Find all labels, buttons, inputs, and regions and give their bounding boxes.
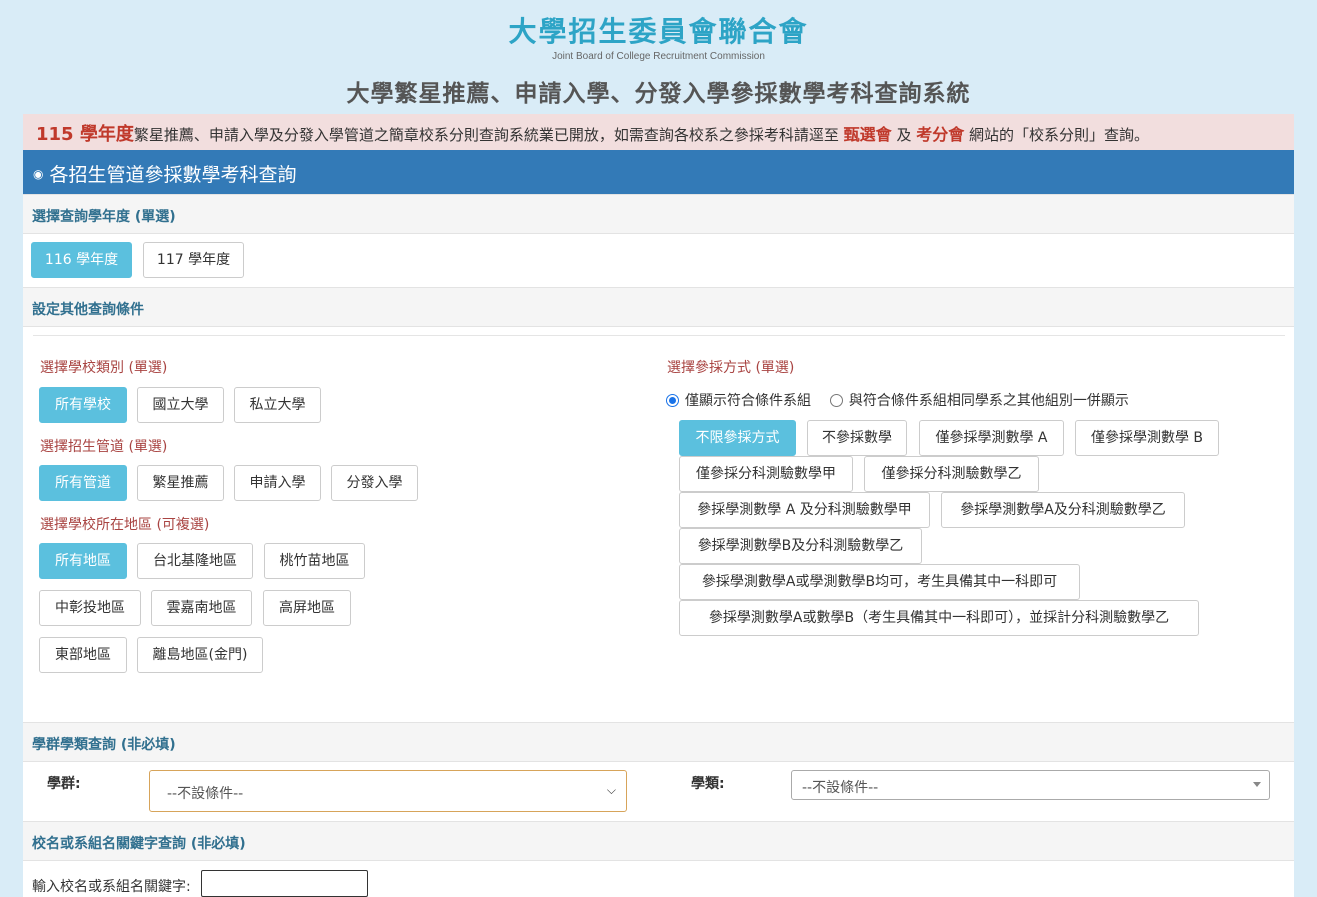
- method-gsat-a-or-b-ast-b[interactable]: 參採學測數學A或數學B（考生具備其中一科即可），並採計分科測驗數學乙: [679, 600, 1199, 636]
- category-select[interactable]: --不設條件--: [791, 770, 1270, 800]
- year-section-bar: 選擇查詢學年度 (單選): [23, 194, 1294, 234]
- other-conditions-bar: 設定其他查詢條件: [23, 287, 1294, 327]
- method-gsat-b-ast-b[interactable]: 參採學測數學B及分科測驗數學乙: [679, 528, 922, 564]
- chevron-down-icon: ⌵: [606, 783, 616, 797]
- category-select-value: --不設條件--: [802, 780, 879, 796]
- school-type-all[interactable]: 所有學校: [39, 387, 127, 423]
- method-no-math[interactable]: 不參採數學: [807, 420, 907, 456]
- site-header: 大學招生委員會聯合會 Joint Board of College Recrui…: [0, 0, 1317, 112]
- panel-header: ◉ 各招生管道參採數學考科查詢: [23, 150, 1294, 194]
- region-all[interactable]: 所有地區: [39, 543, 127, 579]
- group-section-bar: 學群學類查詢 (非必填): [23, 722, 1294, 762]
- org-title: 大學招生委員會聯合會: [508, 15, 809, 48]
- school-type-label: 選擇學校類別 (單選): [40, 360, 168, 376]
- circle-dot-icon: ◉: [33, 167, 44, 181]
- category-label: 學類:: [691, 776, 725, 792]
- method-only-ast-b[interactable]: 僅參採分科測驗數學乙: [864, 456, 1039, 492]
- year-button-117[interactable]: 117 學年度: [143, 242, 244, 278]
- year-button-116[interactable]: 116 學年度: [31, 242, 132, 278]
- region-taichung-changhua-nantou[interactable]: 中彰投地區: [39, 590, 141, 626]
- channel-label: 選擇招生管道 (單選): [40, 439, 168, 455]
- display-radio-group: 僅顯示符合條件系組 與符合條件系組相同學系之其他組別一併顯示: [666, 390, 1129, 410]
- region-taipei-keelung[interactable]: 台北基隆地區: [137, 543, 253, 579]
- notice-and: 及: [896, 126, 912, 144]
- channel-star[interactable]: 繁星推薦: [137, 465, 224, 501]
- method-label: 選擇參採方式 (單選): [667, 360, 795, 376]
- method-any[interactable]: 不限參採方式: [679, 420, 796, 456]
- region-kaohsiung-pingtung[interactable]: 高屏地區: [263, 590, 351, 626]
- region-east[interactable]: 東部地區: [39, 637, 127, 673]
- group-label: 學群:: [47, 776, 81, 792]
- notice-link-jiaxuan[interactable]: 甄選會: [844, 125, 892, 144]
- keyword-label: 輸入校名或系組名關鍵字:: [32, 879, 191, 895]
- panel-title: 各招生管道參採數學考科查詢: [49, 164, 297, 186]
- radio-include-others-label: 與符合條件系組相同學系之其他組別一併顯示: [848, 393, 1129, 409]
- notice-text-1: 繁星推薦、申請入學及分發入學管道之簡章校系分則查詢系統業已開放，如需查詢各校系之…: [133, 126, 839, 144]
- notice-link-kaofen[interactable]: 考分會: [916, 125, 964, 144]
- org-subtitle: Joint Board of College Recruitment Commi…: [552, 51, 765, 62]
- notice-text-2: 網站的「校系分則」查詢。: [969, 126, 1150, 144]
- radio-include-others[interactable]: [829, 394, 843, 407]
- region-label: 選擇學校所在地區 (可複選): [40, 517, 210, 533]
- region-yunlin-chiayi-tainan[interactable]: 雲嘉南地區: [151, 590, 252, 626]
- method-only-gsat-a[interactable]: 僅參採學測數學 A: [919, 420, 1064, 456]
- dropdown-arrow-icon: [1253, 782, 1261, 787]
- method-gsat-a-or-b[interactable]: 參採學測數學A或學測數學B均可，考生具備其中一科即可: [679, 564, 1080, 600]
- radio-only-matching-label: 僅顯示符合條件系組: [685, 393, 811, 409]
- query-panel: ◉ 各招生管道參採數學考科查詢 選擇查詢學年度 (單選) 116 學年度 117 …: [23, 150, 1294, 897]
- method-only-ast-a[interactable]: 僅參採分科測驗數學甲: [679, 456, 853, 492]
- keyword-section-bar: 校名或系組名關鍵字查詢 (非必填): [23, 821, 1294, 861]
- channel-all[interactable]: 所有管道: [39, 465, 127, 501]
- notice-banner: 115 學年度繁星推薦、申請入學及分發入學管道之簡章校系分則查詢系統業已開放，如…: [23, 114, 1294, 150]
- keyword-input[interactable]: [201, 870, 368, 897]
- method-only-gsat-b[interactable]: 僅參採學測數學 B: [1075, 420, 1219, 456]
- divider: [33, 335, 1285, 336]
- radio-only-matching[interactable]: [666, 394, 679, 407]
- method-gsat-a-ast-b[interactable]: 參採學測數學A及分科測驗數學乙: [941, 492, 1185, 528]
- method-gsat-a-ast-a[interactable]: 參採學測數學 A 及分科測驗數學甲: [679, 492, 930, 528]
- group-select-value: --不設條件--: [167, 786, 244, 802]
- channel-distribution[interactable]: 分發入學: [331, 465, 418, 501]
- channel-apply[interactable]: 申請入學: [234, 465, 321, 501]
- notice-year: 115 學年度: [36, 124, 134, 145]
- school-type-national[interactable]: 國立大學: [137, 387, 224, 423]
- group-select[interactable]: --不設條件-- ⌵: [149, 770, 627, 812]
- region-taoyuan-hsinchu-miaoli[interactable]: 桃竹苗地區: [264, 543, 365, 579]
- system-title: 大學繁星推薦、申請入學、分發入學參採數學考科查詢系統: [346, 81, 971, 107]
- school-type-private[interactable]: 私立大學: [234, 387, 321, 423]
- region-islands[interactable]: 離島地區(金門): [137, 637, 263, 673]
